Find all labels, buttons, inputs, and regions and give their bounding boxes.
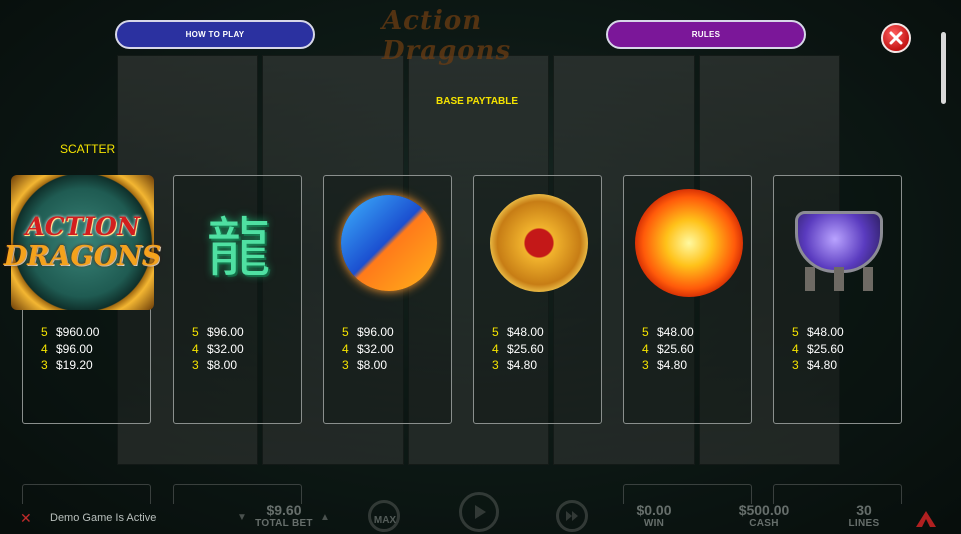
paytable-cards: ACTION DRAGONS 5 $960.00 4 $96.00 3 $19.20 … [4,174,902,425]
paytable-card-fireball: 5 $48.00 4 $25.60 3 $4.80 [623,175,752,424]
pay-row: 3 $8.00 [192,358,238,372]
purple-cauldron-icon [789,193,889,293]
pay-list: 5 $96.00 4 $32.00 3 $8.00 [192,324,244,374]
spin-button[interactable] [459,492,499,532]
pay-list: 5 $48.00 4 $25.60 3 $4.80 [642,324,694,374]
card-edge [22,484,151,504]
card-edge [773,484,902,504]
total-bet-display: $9.60 TOTAL BET [255,502,313,529]
jade-dragon-icon: 龍 [206,212,271,286]
win-display: $0.00 WIN [636,502,672,529]
cauldron-leg [862,267,873,291]
pay-list: 5 $48.00 4 $25.60 3 $4.80 [492,324,544,374]
card-edge [623,484,752,504]
scrollbar[interactable] [941,32,946,104]
play-icon [475,505,486,519]
pay-row: 5 $48.00 [642,325,694,339]
paytable-card-scatter: ACTION DRAGONS 5 $960.00 4 $96.00 3 $19.20 [4,174,161,424]
bet-increase-icon[interactable]: ▲ [320,512,330,523]
cauldron-leg [833,267,844,291]
pay-list: 5 $960.00 4 $96.00 3 $19.20 [41,324,99,374]
paytable-title: BASE PAYTABLE [436,96,519,107]
game-logo: Action Dragons [382,6,512,66]
pay-row: 4 $25.60 [792,341,844,356]
red-ribbon-coin-icon [489,194,588,292]
pay-row: 5 $960.00 [41,325,100,339]
cauldron-bowl [794,211,883,273]
pay-row: 3 $8.00 [342,358,388,372]
pay-row: 3 $4.80 [792,358,838,372]
fast-forward-icon [566,511,578,521]
max-bet-button[interactable]: MAX [368,500,400,532]
autoplay-button[interactable] [556,500,588,532]
action-dragons-scatter-icon: ACTION DRAGONS [4,174,161,310]
bet-decrease-icon[interactable]: ▼ [237,512,247,523]
pay-row: 4 $32.00 [192,341,244,356]
close-button[interactable] [881,23,911,53]
pay-row: 5 $96.00 [192,325,244,339]
fireball-icon [634,189,743,297]
pay-row: 5 $48.00 [792,325,844,339]
how-to-play-button[interactable]: HOW TO PLAY [115,20,315,49]
pay-row: 4 $32.00 [342,341,394,356]
rules-button[interactable]: RULES [606,20,806,49]
paytable-card-jade-dragon: 龍 5 $96.00 4 $32.00 3 $8.00 [173,175,302,424]
scatter-label: SCATTER [60,142,116,156]
symbol-image [474,176,603,310]
brand-logo-icon [916,511,936,527]
lines-display: 30 LINES [848,502,880,529]
symbol-image [774,176,903,310]
pay-row: 3 $19.20 [41,358,93,372]
pay-row: 3 $4.80 [642,358,688,372]
yin-yang-orb-icon [340,195,437,291]
pay-row: 4 $96.00 [41,341,93,356]
symbol-image: 龍 [174,176,303,310]
symbol-image: ACTION DRAGONS [4,174,161,310]
pay-row: 3 $4.80 [492,358,538,372]
paytable-card-coin: 5 $48.00 4 $25.60 3 $4.80 [473,175,602,424]
card-edge [173,484,302,504]
close-game-icon[interactable]: ✕ [20,510,32,527]
paytable-card-cauldron: 5 $48.00 4 $25.60 3 $4.80 [773,175,902,424]
pay-row: 5 $96.00 [342,325,394,339]
pay-row: 5 $48.00 [492,325,544,339]
pay-list: 5 $96.00 4 $32.00 3 $8.00 [342,324,394,374]
pay-row: 4 $25.60 [642,341,694,356]
max-label: MAX [373,515,397,526]
cash-display: $500.00 CASH [738,502,790,529]
symbol-image [624,176,753,310]
cauldron-leg [804,267,815,291]
pay-list: 5 $48.00 4 $25.60 3 $4.80 [792,324,844,374]
demo-status: Demo Game Is Active [50,512,157,524]
pay-row: 4 $25.60 [492,341,544,356]
paytable-card-yin-yang: 5 $96.00 4 $32.00 3 $8.00 [323,175,452,424]
symbol-image [324,176,453,310]
close-x-icon [889,31,903,45]
